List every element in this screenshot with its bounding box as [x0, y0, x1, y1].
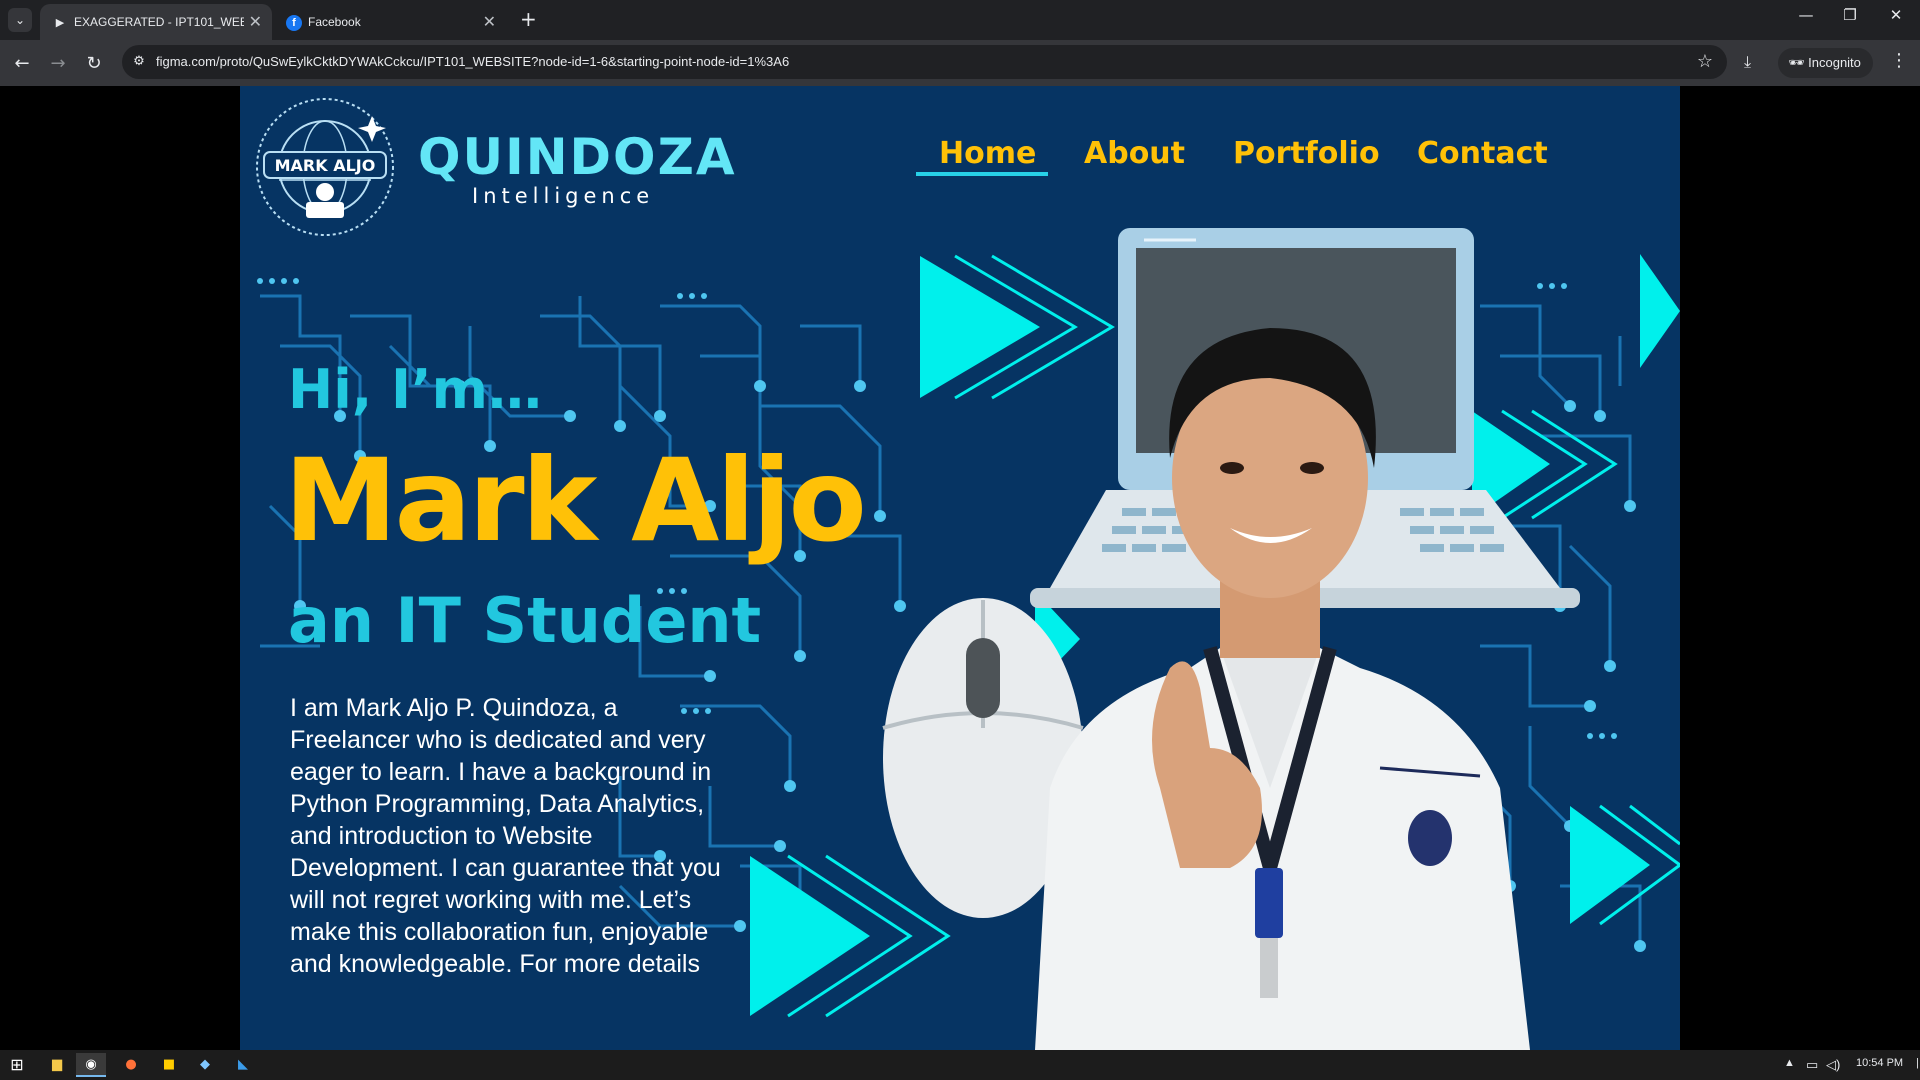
facebook-icon: f: [286, 15, 302, 31]
show-desktop-button[interactable]: |: [1916, 1057, 1919, 1069]
brand-tagline: Intelligence: [472, 184, 655, 208]
browser-menu-icon[interactable]: ⋮: [1890, 50, 1908, 71]
incognito-label: Incognito: [1808, 55, 1861, 70]
tab-title: Facebook: [308, 15, 361, 29]
back-button[interactable]: ←: [10, 52, 34, 76]
nav-active-underline: [916, 172, 1048, 176]
tray-expand-icon[interactable]: ▲: [1784, 1057, 1795, 1069]
network-icon[interactable]: ▭: [1806, 1057, 1818, 1073]
browser-tab-bar: ⌄ ▶ EXAGGERATED - IPT101_WEBSI ✕ f Faceb…: [0, 0, 1920, 40]
browser-toolbar: ← → ↻ ⚙ figma.com/proto/QuSwEylkCktkDYWA…: [0, 40, 1920, 86]
nav-portfolio[interactable]: Portfolio: [1233, 136, 1380, 171]
reload-button[interactable]: ↻: [82, 52, 106, 76]
website-frame: MARK ALJO QUINDOZA Intelligence Home Abo…: [240, 86, 1680, 1050]
page-viewport: MARK ALJO QUINDOZA Intelligence Home Abo…: [0, 86, 1920, 1050]
incognito-icon: 🕶: [1788, 55, 1805, 70]
nav-about[interactable]: About: [1084, 136, 1185, 171]
restore-button[interactable]: ❐: [1830, 6, 1870, 24]
clock-time[interactable]: 10:54 PM: [1856, 1057, 1903, 1069]
tab-exaggerated[interactable]: ▶ EXAGGERATED - IPT101_WEBSI ✕: [40, 4, 272, 40]
svg-text:MARK ALJO: MARK ALJO: [275, 156, 376, 175]
tab-search-button[interactable]: ⌄: [8, 8, 32, 32]
nav-home[interactable]: Home: [939, 136, 1036, 171]
vscode-taskbar-icon[interactable]: ◣: [228, 1053, 258, 1077]
firefox-taskbar-icon[interactable]: ●: [116, 1053, 146, 1077]
new-tab-button[interactable]: +: [520, 8, 537, 30]
chrome-taskbar-icon[interactable]: ◉: [76, 1053, 106, 1077]
windows-start-icon[interactable]: ⊞: [2, 1053, 32, 1077]
tab-title: EXAGGERATED - IPT101_WEBSI: [74, 15, 244, 29]
forward-button[interactable]: →: [46, 52, 70, 76]
nav-contact[interactable]: Contact: [1417, 136, 1548, 171]
hero-greeting: Hi, I’m…: [288, 358, 542, 421]
hero-role: an IT Student: [288, 584, 762, 657]
file-explorer-icon[interactable]: ▆: [42, 1053, 72, 1077]
tab-facebook[interactable]: f Facebook ✕: [274, 4, 506, 40]
search-app-taskbar-icon[interactable]: ◆: [190, 1053, 220, 1077]
windows-taskbar: ⊞ ▆ ◉ ● ■ ◆ ◣ ▲ ▭ ◁) 10:54 PM |: [0, 1050, 1920, 1080]
play-icon: ▶: [55, 17, 65, 29]
close-tab-icon[interactable]: ✕: [483, 12, 496, 32]
hero-bio: I am Mark Aljo P. Quindoza, a Freelancer…: [290, 694, 721, 978]
url-text[interactable]: figma.com/proto/QuSwEylkCktkDYWAkCckcu/I…: [156, 54, 789, 69]
hero-portrait-image: [882, 228, 1580, 1050]
download-icon[interactable]: ⤓: [1744, 52, 1751, 72]
close-window-button[interactable]: ✕: [1876, 6, 1916, 24]
incognito-badge[interactable]: 🕶 Incognito: [1778, 48, 1873, 78]
mark-aljo-logo[interactable]: MARK ALJO: [254, 96, 396, 238]
volume-icon[interactable]: ◁): [1826, 1057, 1840, 1073]
bookmark-star-icon[interactable]: ☆: [1697, 51, 1713, 72]
minimize-button[interactable]: —: [1786, 6, 1826, 24]
close-tab-icon[interactable]: ✕: [249, 12, 262, 32]
hero-name: Mark Aljo: [284, 434, 867, 567]
address-bar[interactable]: ⚙ figma.com/proto/QuSwEylkCktkDYWAkCckcu…: [122, 45, 1727, 79]
app-taskbar-icon[interactable]: ■: [154, 1053, 184, 1077]
brand-name: QUINDOZA: [418, 128, 737, 186]
site-info-icon[interactable]: ⚙: [130, 53, 148, 71]
